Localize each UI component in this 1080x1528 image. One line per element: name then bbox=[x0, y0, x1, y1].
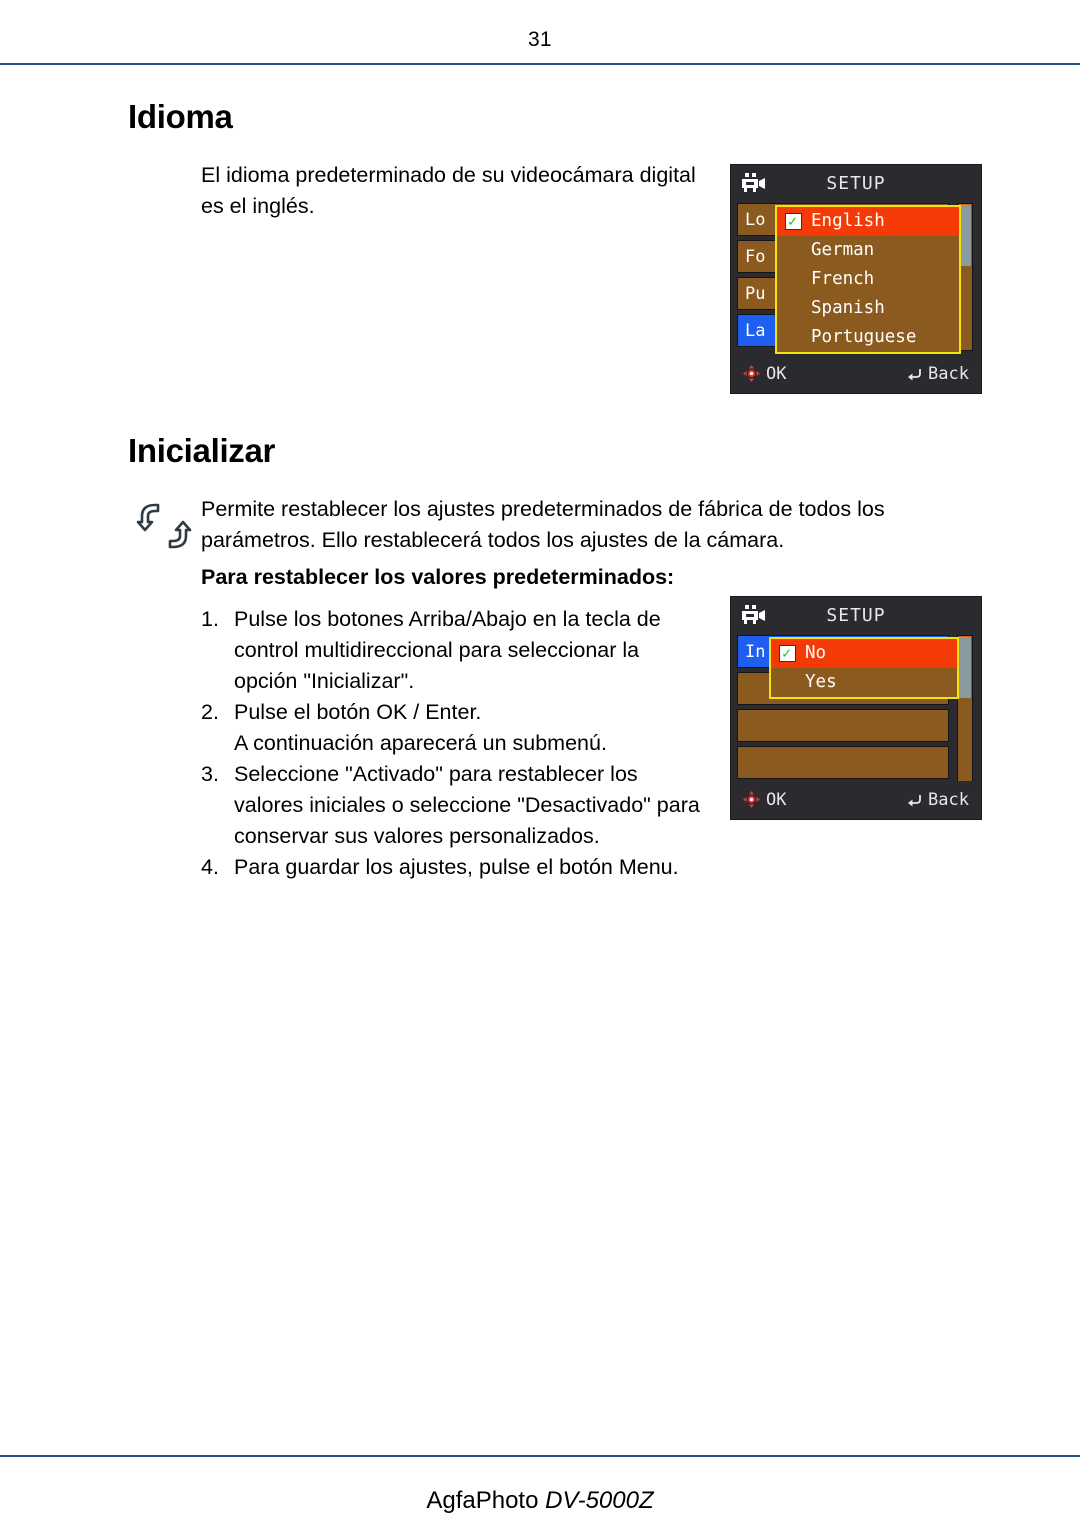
footer-rule bbox=[0, 1455, 1080, 1457]
check-mark-icon: ✓ bbox=[782, 644, 792, 662]
lcd-screen-initialize: SETUP In ✓ No Yes OK Back bbox=[730, 596, 982, 820]
menu-row[interactable] bbox=[737, 746, 949, 779]
ok-label: OK bbox=[766, 790, 787, 810]
dropdown-item-portuguese[interactable]: Portuguese bbox=[777, 323, 959, 352]
lcd-menu-area: In ✓ No Yes bbox=[737, 635, 975, 783]
footer-brand: AgfaPhoto bbox=[426, 1487, 546, 1514]
steps-list: 1. Pulse los botones Arriba/Abajo en la … bbox=[201, 604, 701, 883]
ok-control[interactable]: OK bbox=[743, 364, 786, 384]
menu-row-label: Pu bbox=[745, 284, 766, 304]
list-item: 3. Seleccione "Activado" para restablece… bbox=[201, 759, 701, 852]
menu-row-label: In bbox=[745, 642, 766, 662]
dropdown-item-label: Spanish bbox=[811, 298, 885, 318]
lcd-footer: OK Back bbox=[731, 781, 981, 819]
footer: AgfaPhoto DV-5000Z bbox=[0, 1487, 1080, 1515]
back-arrow-icon bbox=[908, 369, 921, 381]
dropdown-item-no[interactable]: ✓ No bbox=[771, 639, 957, 668]
list-item: 2. Pulse el botón OK / Enter. bbox=[201, 697, 701, 728]
step-text: Para guardar los ajustes, pulse el botón… bbox=[234, 855, 679, 879]
scrollbar-thumb[interactable] bbox=[959, 637, 971, 699]
list-item-continuation: A continuación aparecerá un submenú. bbox=[201, 728, 701, 759]
menu-row-label: Fo bbox=[745, 247, 766, 267]
inicializar-bold-lead: Para restablecer los valores predetermin… bbox=[201, 565, 675, 589]
step-number: 2. bbox=[201, 700, 219, 724]
back-arrow-icon bbox=[908, 795, 921, 807]
list-item: 4. Para guardar los ajustes, pulse el bo… bbox=[201, 852, 701, 883]
lcd-title: SETUP bbox=[826, 605, 886, 626]
dropdown-item-label: German bbox=[811, 240, 875, 260]
step-number: 3. bbox=[201, 762, 219, 786]
idioma-paragraph: El idioma predeterminado de su videocáma… bbox=[201, 163, 696, 218]
checkbox-icon: ✓ bbox=[779, 645, 796, 662]
lcd-title: SETUP bbox=[826, 173, 886, 194]
step-number: 4. bbox=[201, 855, 219, 879]
checkbox-icon: ✓ bbox=[785, 213, 802, 230]
dropdown-item-spanish[interactable]: Spanish bbox=[777, 294, 959, 323]
dropdown-item-english[interactable]: ✓ English bbox=[777, 207, 959, 236]
dropdown-item-label: Yes bbox=[805, 672, 837, 692]
dpad-icon bbox=[743, 365, 760, 382]
footer-model: DV-5000Z bbox=[545, 1487, 654, 1514]
page-number: 31 bbox=[528, 28, 552, 51]
header-rule bbox=[0, 63, 1080, 65]
dropdown-item-german[interactable]: German bbox=[777, 236, 959, 265]
ok-label: OK bbox=[766, 364, 787, 384]
lcd-footer: OK Back bbox=[731, 355, 981, 393]
page-title-idioma: Idioma bbox=[128, 98, 233, 135]
step-text: Pulse el botón OK / Enter. bbox=[234, 700, 482, 724]
dropdown-item-french[interactable]: French bbox=[777, 265, 959, 294]
dropdown-item-label: Portuguese bbox=[811, 327, 917, 347]
step-text: Seleccione "Activado" para restablecer l… bbox=[234, 762, 700, 848]
lcd-screen-language: SETUP Lo Fo ] Pu ] La } bbox=[730, 164, 982, 394]
list-item: 1. Pulse los botones Arriba/Abajo en la … bbox=[201, 604, 701, 697]
menu-row[interactable] bbox=[737, 709, 949, 742]
language-dropdown[interactable]: ✓ English German French Spanish Portugue… bbox=[775, 205, 961, 354]
menu-row-label: Lo bbox=[745, 210, 766, 230]
lcd-header: SETUP bbox=[731, 165, 981, 203]
back-label: Back bbox=[928, 790, 969, 810]
step-text: A continuación aparecerá un submenú. bbox=[234, 731, 607, 755]
page-title-inicializar: Inicializar bbox=[128, 432, 276, 469]
lcd-menu-area: Lo Fo ] Pu ] La } ✓ English bbox=[737, 203, 975, 354]
step-text: Pulse los botones Arriba/Abajo en la tec… bbox=[234, 607, 661, 693]
dropdown-item-label: No bbox=[805, 643, 827, 663]
reset-cycle-icon bbox=[136, 503, 192, 549]
step-number: 1. bbox=[201, 607, 219, 631]
initialize-dropdown[interactable]: ✓ No Yes bbox=[769, 637, 959, 699]
inicializar-paragraph: Permite restablecer los ajustes predeter… bbox=[201, 497, 885, 552]
back-control[interactable]: Back bbox=[907, 364, 969, 384]
dpad-icon bbox=[743, 791, 760, 808]
menu-row-label: La bbox=[745, 321, 766, 341]
dropdown-item-label: English bbox=[811, 211, 885, 231]
back-control[interactable]: Back bbox=[907, 790, 969, 810]
lcd-header: SETUP bbox=[731, 597, 981, 635]
ok-control[interactable]: OK bbox=[743, 790, 786, 810]
dropdown-item-label: French bbox=[811, 269, 875, 289]
scrollbar[interactable] bbox=[957, 635, 973, 783]
dropdown-item-yes[interactable]: Yes bbox=[771, 668, 957, 697]
back-label: Back bbox=[928, 364, 969, 384]
check-mark-icon: ✓ bbox=[788, 212, 798, 230]
